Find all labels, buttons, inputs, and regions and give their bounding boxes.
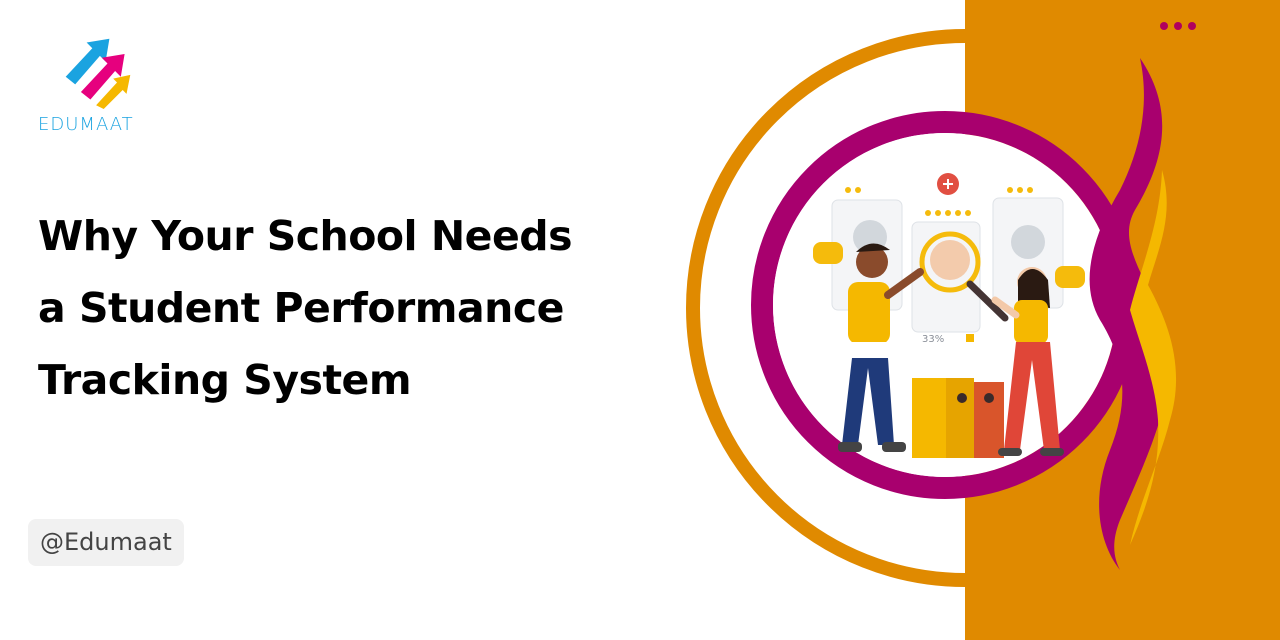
edumaat-arrow-logo-icon bbox=[65, 38, 131, 110]
banner: 33% EDUMAAT Why Your School Needs a Stud… bbox=[0, 0, 1280, 640]
brand-logo[interactable]: EDUMAAT bbox=[38, 34, 158, 135]
binders bbox=[912, 378, 1004, 458]
social-handle[interactable]: @Edumaat bbox=[28, 519, 184, 566]
headline: Why Your School Needs a Student Performa… bbox=[38, 200, 658, 416]
brand-name: EDUMAAT bbox=[38, 114, 134, 135]
headline-line-3: Tracking System bbox=[38, 356, 412, 404]
headline-line-2: a Student Performance bbox=[38, 284, 564, 332]
headline-line-1: Why Your School Needs bbox=[38, 212, 573, 260]
percent-label: 33% bbox=[922, 334, 944, 345]
